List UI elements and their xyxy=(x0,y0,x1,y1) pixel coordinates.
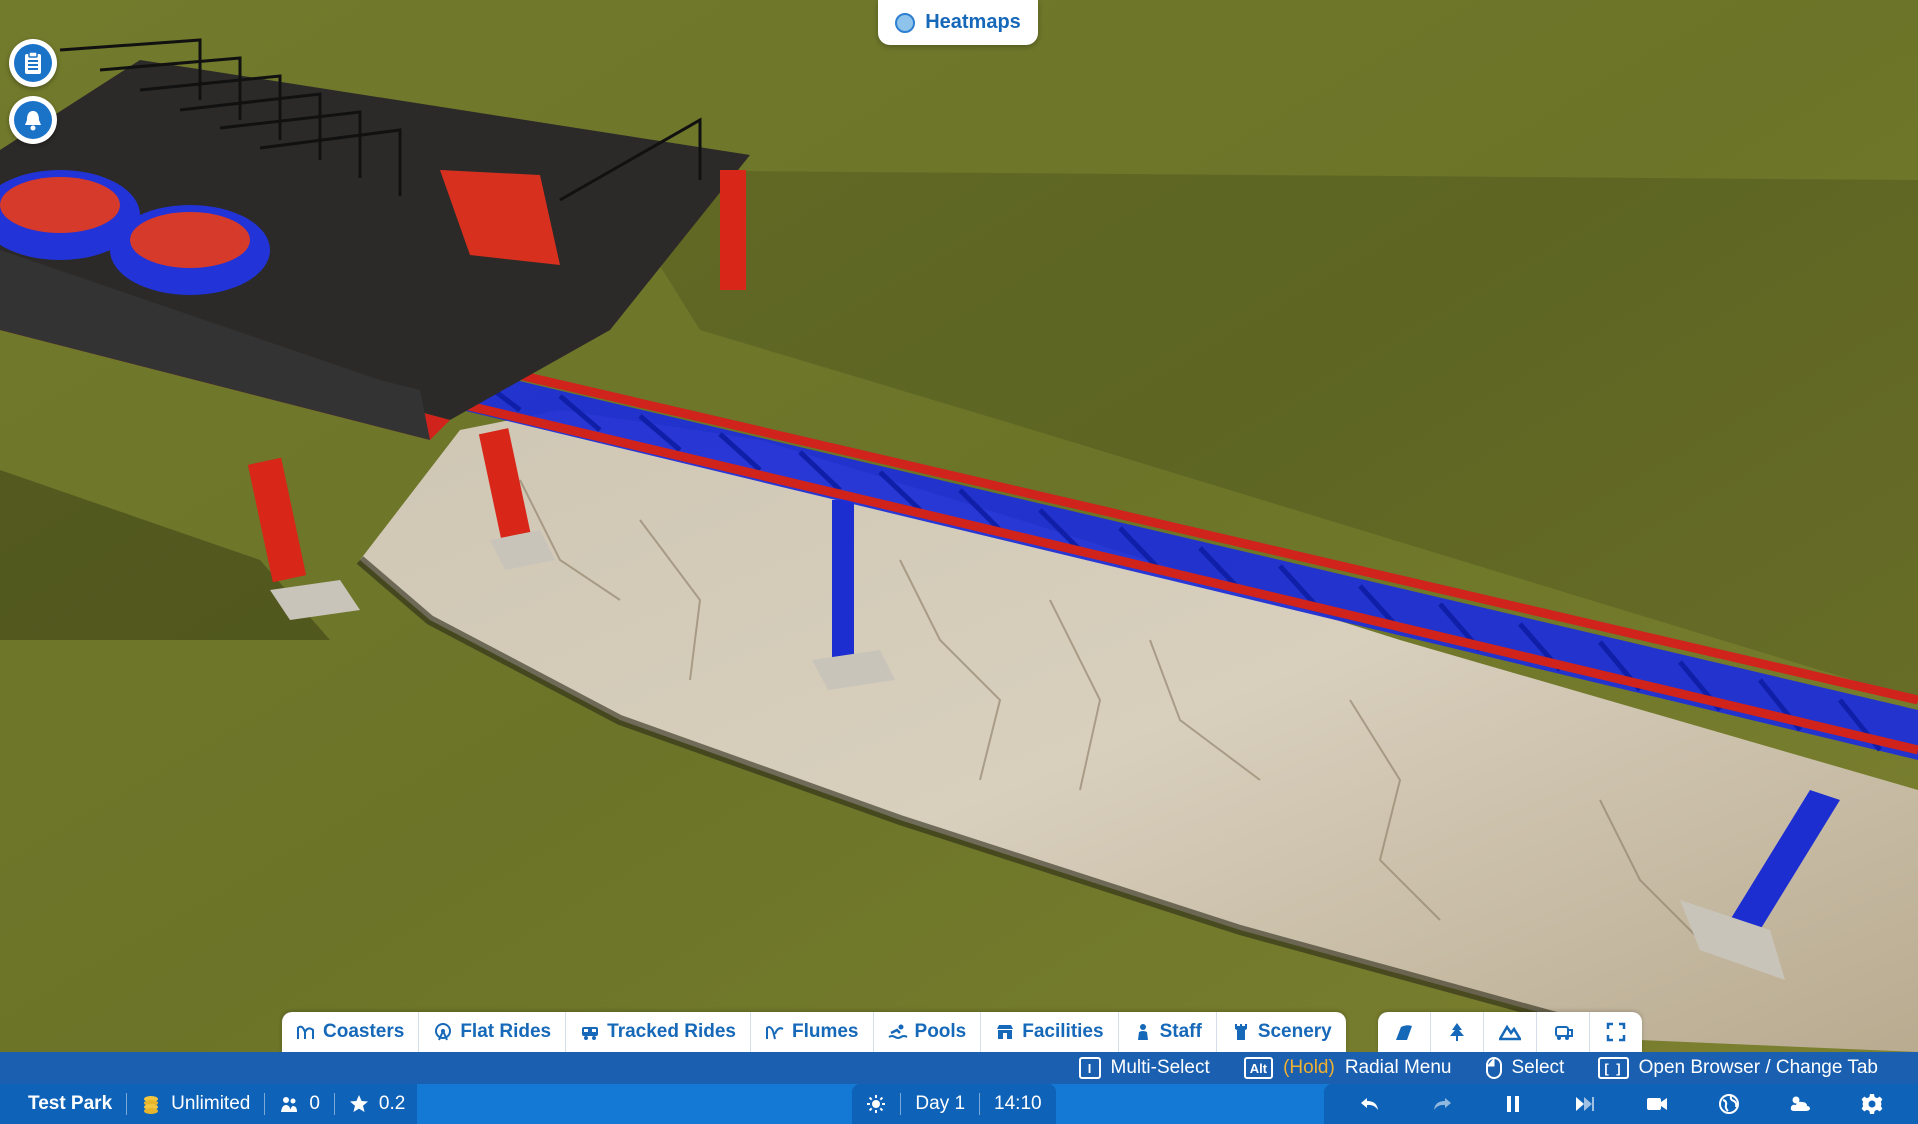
hint-select: Select xyxy=(1485,1057,1565,1079)
guests-icon xyxy=(281,1097,298,1112)
settings-button[interactable] xyxy=(1852,1088,1892,1120)
pause-button[interactable] xyxy=(1493,1088,1533,1120)
gear-icon xyxy=(1861,1094,1883,1114)
flume-icon xyxy=(765,1026,784,1040)
heatmap-circle-icon xyxy=(895,12,916,33)
redo-icon xyxy=(1433,1098,1451,1110)
sun-icon xyxy=(867,1095,886,1113)
hint-open-browser: [ ] Open Browser / Change Tab xyxy=(1598,1057,1878,1079)
tab-coasters[interactable]: Coasters xyxy=(282,1012,420,1052)
tab-flat-rides[interactable]: Flat Rides xyxy=(419,1012,567,1052)
terrain-paint-icon xyxy=(1396,1025,1412,1040)
person-icon xyxy=(1137,1024,1148,1040)
weather-icon xyxy=(1791,1096,1811,1111)
weather-button[interactable] xyxy=(1780,1088,1820,1120)
build-category-tabs: Coasters Flat Rides Tracked Rides Flumes… xyxy=(282,1012,1346,1052)
vehicle-tool[interactable] xyxy=(1537,1012,1590,1052)
money-value: Unlimited xyxy=(171,1093,251,1114)
camera-button[interactable] xyxy=(1637,1088,1677,1120)
undo-button[interactable] xyxy=(1350,1088,1390,1120)
hint-action: Radial Menu xyxy=(1344,1057,1452,1078)
hint-action: Multi-Select xyxy=(1110,1057,1210,1078)
terrain-tools xyxy=(1378,1012,1642,1052)
park-guests[interactable]: 0 xyxy=(279,1093,320,1115)
hint-multi-select: I Multi-Select xyxy=(1078,1057,1210,1079)
tab-label: Tracked Rides xyxy=(607,1021,736,1042)
park-money[interactable]: Unlimited xyxy=(141,1093,250,1115)
notifications-button[interactable] xyxy=(9,96,57,144)
tab-label: Flat Rides xyxy=(460,1021,552,1042)
shop-icon xyxy=(997,1025,1014,1039)
divider xyxy=(900,1093,902,1115)
fast-forward-icon xyxy=(1576,1097,1595,1111)
tab-label: Staff xyxy=(1159,1021,1202,1042)
game-controls xyxy=(1324,1084,1918,1124)
undo-icon xyxy=(1360,1098,1378,1110)
rating-value: 0.2 xyxy=(378,1093,406,1114)
input-hint-bar: I Multi-Select Alt (Hold) Radial Menu Se… xyxy=(0,1052,1918,1084)
clipboard-icon xyxy=(25,51,41,74)
divider xyxy=(126,1093,128,1115)
tab-flumes[interactable]: Flumes xyxy=(751,1012,874,1052)
heatmaps-button[interactable]: Heatmaps xyxy=(878,0,1038,45)
time-info: Day 1 14:10 xyxy=(852,1084,1056,1124)
guests-value: 0 xyxy=(309,1093,320,1114)
tab-pools[interactable]: Pools xyxy=(874,1012,982,1052)
hint-radial-menu: Alt (Hold) Radial Menu xyxy=(1243,1057,1452,1079)
key-badge: Alt xyxy=(1243,1057,1274,1079)
star-icon xyxy=(349,1095,368,1112)
tower-icon xyxy=(1234,1024,1247,1040)
globe-icon xyxy=(1718,1094,1739,1114)
mouse-icon xyxy=(1485,1057,1502,1079)
coaster-icon xyxy=(297,1025,314,1039)
tab-label: Facilities xyxy=(1022,1021,1104,1042)
mountain-icon xyxy=(1499,1024,1521,1041)
heatmaps-label: Heatmaps xyxy=(925,11,1021,33)
tab-scenery[interactable]: Scenery xyxy=(1217,1012,1346,1052)
pause-icon xyxy=(1507,1096,1520,1112)
park-name[interactable]: Test Park xyxy=(28,1093,112,1115)
bell-icon xyxy=(25,111,41,131)
tab-label: Coasters xyxy=(323,1021,405,1042)
speed-button[interactable] xyxy=(1565,1088,1605,1120)
coins-icon xyxy=(144,1096,159,1114)
train-icon xyxy=(582,1027,599,1040)
vehicle-icon xyxy=(1555,1026,1573,1040)
expand-icon xyxy=(1606,1022,1626,1042)
terrain-tool[interactable] xyxy=(1484,1012,1537,1052)
park-info: Test Park Unlimited 0 0.2 xyxy=(0,1084,418,1124)
fullscreen-tool[interactable] xyxy=(1590,1012,1642,1052)
tab-staff[interactable]: Staff xyxy=(1119,1012,1217,1052)
camera-icon xyxy=(1646,1098,1667,1110)
objectives-button[interactable] xyxy=(9,39,57,87)
ferris-wheel-icon xyxy=(435,1023,452,1041)
terrain-paint-tool[interactable] xyxy=(1378,1012,1431,1052)
clock-value: 14:10 xyxy=(994,1093,1042,1114)
bottom-status-bar: Test Park Unlimited 0 0.2 Day 1 14:10 xyxy=(0,1084,1918,1124)
tree-tool[interactable] xyxy=(1431,1012,1484,1052)
hint-hold: (Hold) xyxy=(1283,1057,1335,1078)
key-badge: [ ] xyxy=(1598,1057,1629,1079)
world-button[interactable] xyxy=(1709,1088,1749,1120)
divider xyxy=(333,1093,335,1115)
swimmer-icon xyxy=(887,1024,908,1039)
tab-tracked-rides[interactable]: Tracked Rides xyxy=(566,1012,751,1052)
game-viewport[interactable] xyxy=(0,0,1918,1124)
hint-action: Open Browser / Change Tab xyxy=(1638,1057,1878,1078)
hint-action: Select xyxy=(1511,1057,1565,1078)
key-badge: I xyxy=(1078,1057,1101,1079)
day-value: Day 1 xyxy=(915,1093,966,1114)
divider xyxy=(979,1093,981,1115)
tab-facilities[interactable]: Facilities xyxy=(981,1012,1119,1052)
tab-label: Pools xyxy=(914,1021,967,1042)
park-rating[interactable]: 0.2 xyxy=(349,1093,405,1115)
tab-label: Flumes xyxy=(791,1021,859,1042)
tab-label: Scenery xyxy=(1257,1021,1332,1042)
redo-button[interactable] xyxy=(1422,1088,1462,1120)
divider xyxy=(264,1093,266,1115)
tree-icon xyxy=(1450,1023,1464,1041)
